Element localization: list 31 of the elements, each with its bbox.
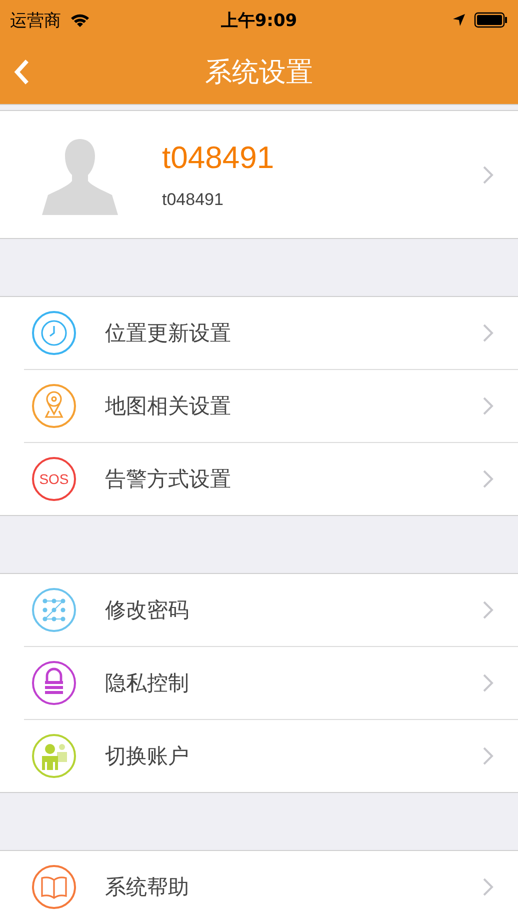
chevron-right-icon (482, 877, 494, 897)
chevron-right-icon (482, 323, 494, 343)
row-label: 隐私控制 (105, 670, 190, 697)
row-label: 位置更新设置 (105, 320, 232, 347)
settings-row[interactable]: 修改密码 (24, 574, 518, 647)
settings-row[interactable]: 隐私控制 (24, 647, 518, 720)
carrier-name: 运营商 (10, 10, 61, 32)
profile-row[interactable]: t048491 t048491 (0, 111, 518, 239)
wifi-icon (69, 12, 91, 28)
row-label: 系统帮助 (105, 874, 190, 901)
row-label: 修改密码 (105, 597, 190, 624)
settings-row[interactable]: 切换账户 (24, 720, 518, 792)
chevron-right-icon (482, 469, 494, 489)
chevron-right-icon (482, 396, 494, 416)
chevron-right-icon (482, 164, 494, 184)
screen-title: 系统设置 (205, 56, 313, 90)
settings-row[interactable]: 地图相关设置 (24, 370, 518, 443)
settings-row[interactable]: SOS 告警方式设置 (24, 443, 518, 515)
user-name: t048491 (162, 140, 276, 176)
chevron-right-icon (482, 600, 494, 620)
row-label: 告警方式设置 (105, 466, 232, 493)
settings-row[interactable]: 位置更新设置 (24, 297, 518, 370)
chevron-right-icon (482, 673, 494, 693)
location-arrow-icon (452, 13, 466, 27)
battery-icon (474, 12, 508, 28)
account-id: t048491 (162, 190, 224, 210)
row-label: 地图相关设置 (105, 393, 232, 420)
sos-icon: SOS (32, 457, 76, 501)
status-time: 上午9:09 (220, 10, 298, 32)
row-label: 切换账户 (105, 743, 190, 770)
chevron-right-icon (482, 746, 494, 766)
